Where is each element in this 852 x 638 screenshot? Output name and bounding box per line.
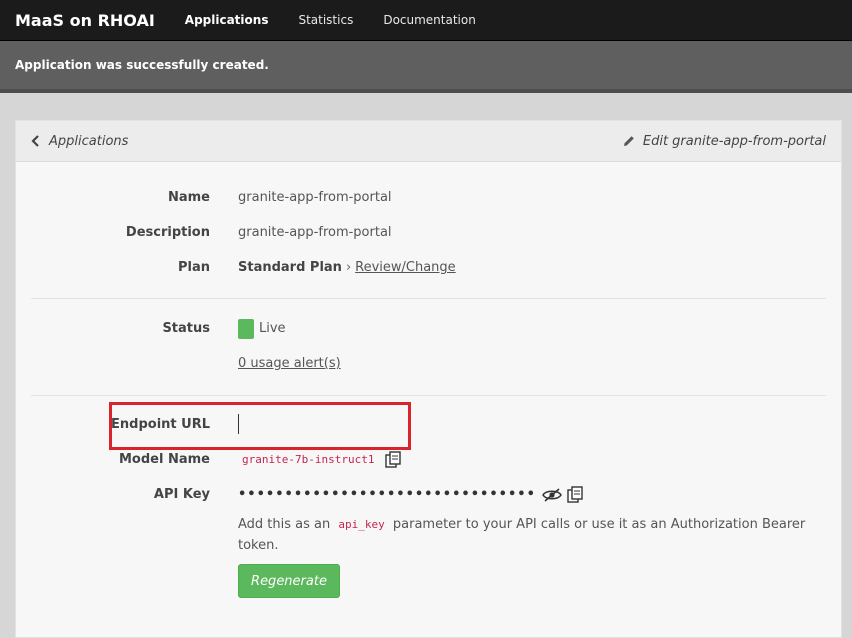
- endpoint-value-group[interactable]: [238, 414, 239, 434]
- plan-value-group: Standard Plan › Review/Change: [238, 257, 456, 279]
- nav-statistics[interactable]: Statistics: [298, 13, 353, 27]
- plan-row: Plan Standard Plan › Review/Change: [16, 257, 841, 279]
- copy-icon[interactable]: [566, 486, 584, 504]
- status-value-group: Live: [238, 318, 286, 340]
- help-prefix: Add this as an: [238, 517, 331, 532]
- copy-icon[interactable]: [384, 451, 402, 469]
- top-navbar: MaaS on RHOAI Applications Statistics Do…: [0, 0, 852, 41]
- api-key-masked: ••••••••••••••••••••••••••••••••: [238, 487, 536, 502]
- description-label: Description: [125, 225, 210, 240]
- status-label: Status: [162, 321, 210, 336]
- card-header: Applications Edit granite-app-from-porta…: [16, 121, 841, 162]
- model-value-group: granite-7b-instruct1: [238, 449, 402, 471]
- name-label: Name: [167, 190, 210, 205]
- back-link-label: Applications: [49, 133, 129, 149]
- flash-message: Application was successfully created.: [0, 41, 852, 93]
- brand-logo[interactable]: MaaS on RHOAI: [0, 11, 155, 30]
- text-cursor: [238, 414, 239, 434]
- edit-link-label: Edit granite-app-from-portal: [642, 133, 826, 149]
- status-badge: [238, 319, 254, 339]
- nav-documentation[interactable]: Documentation: [383, 13, 476, 27]
- api-key-row: API Key ••••••••••••••••••••••••••••••••: [16, 484, 841, 506]
- review-change-link[interactable]: Review/Change: [355, 257, 456, 279]
- model-row: Model Name granite-7b-instruct1: [16, 449, 841, 471]
- description-row: Description granite-app-from-portal: [16, 222, 841, 244]
- name-row: Name granite-app-from-portal: [16, 187, 841, 209]
- flash-text: Application was successfully created.: [15, 58, 269, 72]
- divider: [31, 395, 826, 396]
- chevron-right-icon: ›: [345, 260, 352, 275]
- model-value: granite-7b-instruct1: [242, 453, 375, 466]
- usage-alerts-link[interactable]: 0 usage alert(s): [238, 353, 341, 375]
- plan-name: Standard Plan: [238, 260, 342, 275]
- api-key-help-text: Add this as an api_key parameter to your…: [238, 514, 808, 556]
- api-key-value-group: ••••••••••••••••••••••••••••••••: [238, 484, 584, 506]
- name-value: granite-app-from-portal: [238, 190, 392, 205]
- usage-alerts-row: 0 usage alert(s): [16, 353, 841, 375]
- divider: [31, 298, 826, 299]
- status-value: Live: [259, 321, 286, 336]
- eye-slash-icon[interactable]: [542, 487, 562, 503]
- model-label: Model Name: [119, 452, 210, 467]
- back-to-applications-link[interactable]: Applications: [31, 134, 128, 149]
- plan-label: Plan: [177, 260, 210, 275]
- endpoint-label: Endpoint URL: [111, 417, 210, 432]
- api-key-label: API Key: [153, 487, 210, 502]
- edit-application-link[interactable]: Edit granite-app-from-portal: [623, 134, 826, 149]
- pencil-icon: [623, 136, 634, 146]
- application-card: Applications Edit granite-app-from-porta…: [15, 120, 842, 638]
- regenerate-button[interactable]: Regenerate: [238, 564, 340, 598]
- help-code: api_key: [338, 518, 385, 531]
- nav-applications[interactable]: Applications: [185, 13, 269, 27]
- status-row: Status Live: [16, 318, 841, 340]
- endpoint-row: Endpoint URL: [16, 414, 841, 436]
- description-value: granite-app-from-portal: [238, 225, 392, 240]
- chevron-left-icon: [31, 135, 39, 147]
